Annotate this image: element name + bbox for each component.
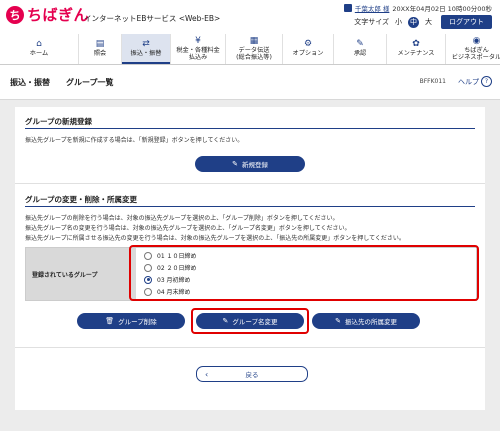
divider	[15, 347, 485, 348]
user-icon	[343, 4, 352, 12]
nav-label: 照会	[93, 50, 107, 58]
highlight-frame	[191, 308, 309, 334]
help-label: ヘルプ	[458, 77, 479, 86]
screen-id: BFFK011	[419, 78, 446, 85]
help-icon: ?	[481, 76, 492, 87]
logo-mark: ち	[6, 5, 24, 24]
nav-label: ホーム	[29, 50, 49, 58]
nav-transfer[interactable]: ⇄ 振込・振替	[122, 34, 171, 64]
button-label: 戻る	[245, 371, 259, 379]
approval-icon: ✎	[356, 39, 364, 50]
help-link[interactable]: ヘルプ ?	[458, 76, 492, 87]
nav-tax-payment[interactable]: ¥ 税金・各種料金 払込み	[171, 34, 226, 64]
button-label: グループ削除	[118, 318, 157, 326]
transfer-icon: ⇄	[142, 39, 150, 50]
group-delete-button[interactable]: 🗑 グループ削除	[77, 313, 185, 329]
section-rule	[25, 128, 475, 129]
user-name[interactable]: 千葉太郎 様	[355, 3, 390, 13]
font-size-label: 文字サイズ	[354, 18, 389, 26]
bank-logo[interactable]: ち ちばぎん	[6, 4, 89, 25]
nav-label: メンテナンス	[397, 50, 435, 58]
font-size-medium[interactable]: 中	[408, 16, 419, 28]
group-table-header: 登録されているグループ	[26, 248, 136, 300]
pencil-icon: ✎	[232, 160, 238, 168]
font-size-control: 文字サイズ 小 中 大 ログアウト	[354, 15, 492, 29]
tax-icon: ¥	[195, 35, 201, 46]
section-rule	[25, 206, 475, 207]
login-datetime: 20XX年04月02日 10時00分00秒	[392, 5, 492, 13]
change-members-button[interactable]: ✎ 振込先の所属変更	[312, 313, 420, 329]
nav-business-portal[interactable]: ◉ ちばぎん ビジネスポータル	[446, 34, 500, 64]
user-info: 千葉太郎 様 20XX年04月02日 10時00分00秒	[343, 3, 492, 13]
new-group-text: 振込先グループを新規に作成する場合は、「新規登録」ボタンを押してください。	[25, 137, 244, 144]
button-label: 振込先の所属変更	[344, 318, 397, 326]
nav-inquiry[interactable]: ▤ 照会	[79, 34, 122, 64]
nav-approval[interactable]: ✎ 承認	[334, 34, 387, 64]
nav-option[interactable]: ⚙ オプション	[283, 34, 334, 64]
logout-button[interactable]: ログアウト	[441, 15, 492, 29]
font-size-small[interactable]: 小	[393, 17, 404, 28]
nav-label: データ伝送 (総合振込等)	[236, 46, 272, 61]
chevron-left-icon: ‹	[205, 369, 209, 379]
data-icon: ▦	[249, 35, 259, 46]
divider	[15, 183, 485, 184]
wrench-icon: ✿	[412, 39, 420, 50]
home-icon: ⌂	[36, 39, 42, 50]
page-header: 振込・振替 グループ一覧 BFFK011 ヘルプ ?	[0, 65, 500, 100]
page-title-text: グループ一覧	[66, 78, 114, 87]
back-button[interactable]: ‹ 戻る	[196, 366, 308, 382]
font-size-large[interactable]: 大	[423, 17, 434, 28]
trash-icon: 🗑	[105, 317, 115, 325]
nav-maintenance[interactable]: ✿ メンテナンス	[387, 34, 446, 64]
nav-home[interactable]: ⌂ ホーム	[0, 34, 79, 64]
nav-label: 税金・各種料金 払込み	[176, 46, 220, 61]
page-title: 振込・振替 グループ一覧	[10, 77, 114, 88]
global-nav: ⌂ ホーム ▤ 照会 ⇄ 振込・振替 ¥ 税金・各種料金 払込み ▦ データ伝送…	[0, 34, 500, 65]
main-panel: グループの新規登録 振込先グループを新規に作成する場合は、「新規登録」ボタンを押…	[15, 107, 485, 410]
instruction-line: 振込先グループの削除を行う場合は、対象の振込先グループを選択の上、「グループ削除…	[25, 215, 339, 222]
nav-label: ちばぎん ビジネスポータル	[451, 46, 500, 61]
logo-text: ちばぎん	[27, 6, 90, 24]
nav-label: 振込・振替	[130, 50, 162, 58]
highlight-frame	[129, 245, 479, 301]
instruction-line: 振込先グループ名の変更を行う場合は、対象の振込先グループを選択の上、「グループ名…	[25, 225, 351, 232]
change-group-heading: グループの変更・削除・所属変更	[25, 195, 138, 204]
new-group-heading: グループの新規登録	[25, 117, 93, 126]
gear-icon: ⚙	[303, 39, 313, 50]
nav-label: オプション	[292, 50, 324, 58]
nav-data-transmission[interactable]: ▦ データ伝送 (総合振込等)	[226, 34, 283, 64]
portal-icon: ◉	[472, 35, 481, 46]
breadcrumb: 振込・振替	[10, 78, 50, 87]
service-name: インターネットEBサービス <Web-EB>	[84, 14, 221, 23]
new-register-button[interactable]: ✎ 新規登録	[195, 156, 305, 172]
nav-label: 承認	[353, 50, 367, 58]
header: ち ちばぎん インターネットEBサービス <Web-EB> 千葉太郎 様 20X…	[0, 0, 500, 34]
pencil-icon: ✎	[335, 317, 341, 325]
instruction-line: 振込先グループに所属させる振込先の変更を行う場合は、対象の振込先グループを選択の…	[25, 235, 405, 242]
button-label: 新規登録	[241, 161, 268, 169]
document-icon: ▤	[95, 39, 105, 50]
